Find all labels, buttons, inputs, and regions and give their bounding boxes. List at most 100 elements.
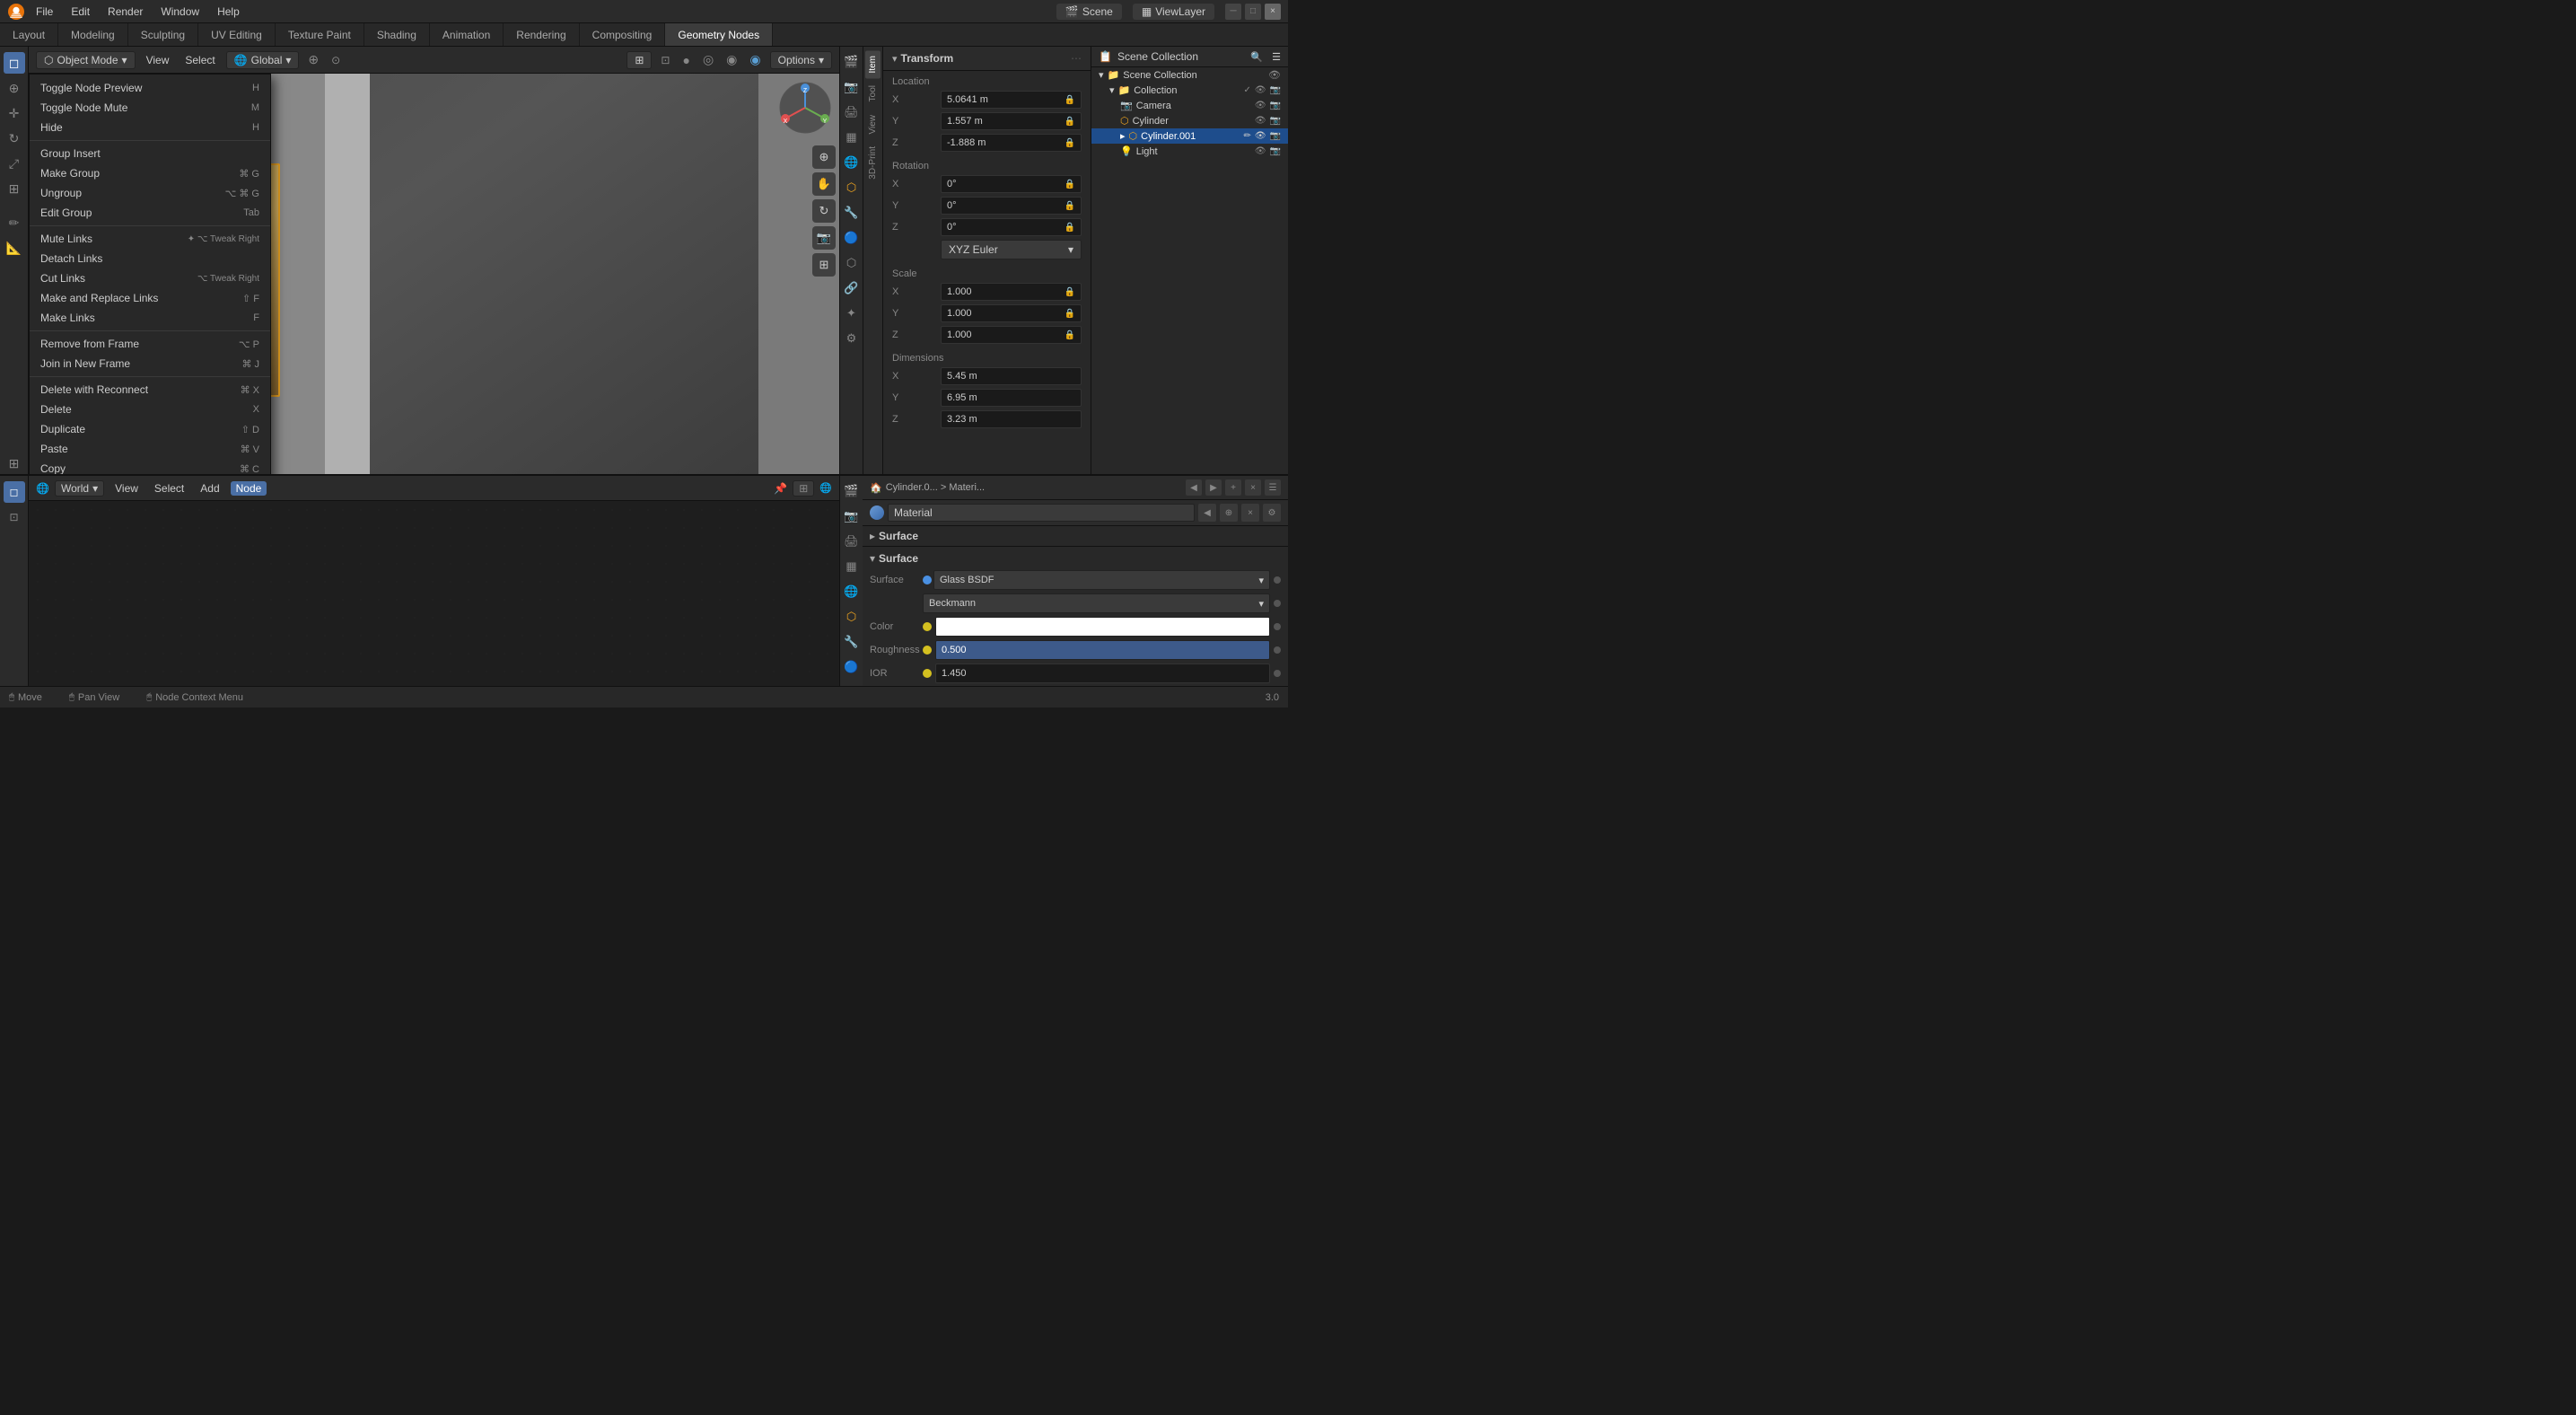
menu-remove-from-frame[interactable]: Remove from Frame ⌥ P (30, 334, 270, 354)
material-mode-btn[interactable]: ◎ (699, 50, 717, 69)
tab-rendering[interactable]: Rendering (504, 23, 579, 46)
menu-help[interactable]: Help (210, 4, 247, 20)
mat-copy-btn[interactable]: ⊕ (1220, 504, 1238, 522)
tab-sculpting[interactable]: Sculpting (128, 23, 198, 46)
viewport-pan-icon[interactable]: ✋ (812, 172, 836, 196)
cam-eye-icon[interactable]: 👁 (1255, 101, 1266, 110)
mat-add-icon[interactable]: + (1225, 479, 1241, 496)
minimize-button[interactable]: ─ (1225, 4, 1241, 20)
viewport-select-btn[interactable]: Select (180, 52, 220, 68)
menu-render[interactable]: Render (101, 4, 150, 20)
menu-join-in-new-frame[interactable]: Join in New Frame ⌘ J (30, 354, 270, 374)
tab-3dprint[interactable]: 3D-Print (865, 141, 881, 185)
lock-sz-icon[interactable]: 🔒 (1065, 330, 1075, 340)
menu-make-replace-links[interactable]: Make and Replace Links ⇧ F (30, 288, 270, 308)
scale-y-field[interactable]: 1.000 🔒 (941, 304, 1082, 322)
menu-delete-reconnect[interactable]: Delete with Reconnect ⌘ X (30, 380, 270, 400)
toolbar-scale-icon[interactable]: ⤢ (4, 153, 25, 174)
tab-layout[interactable]: Layout (0, 23, 58, 46)
tab-tool[interactable]: Tool (865, 80, 881, 107)
tab-texture-paint[interactable]: Texture Paint (276, 23, 364, 46)
node-view-btn[interactable]: View (110, 481, 144, 496)
toolbar-transform-icon[interactable]: ⊞ (4, 178, 25, 199)
dimensions-x-field[interactable]: 5.45 m (941, 367, 1082, 385)
menu-toggle-node-preview[interactable]: Toggle Node Preview H (30, 78, 270, 98)
cyl001-label[interactable]: Cylinder.001 (1141, 131, 1240, 142)
viewport-zoom-icon[interactable]: ⊕ (812, 145, 836, 169)
scene-collection-label[interactable]: Scene Collection (1123, 70, 1265, 81)
mat-del-btn[interactable]: × (1241, 504, 1259, 522)
node-box-select-icon[interactable]: ⊡ (4, 506, 25, 528)
menu-mute-links[interactable]: Mute Links ✦ ⌥ Tweak Right (30, 229, 270, 249)
location-y-field[interactable]: 1.557 m 🔒 (941, 112, 1082, 130)
toolbar-measure-icon[interactable]: 📐 (4, 237, 25, 259)
node-select-btn[interactable]: Select (149, 481, 189, 496)
xray-toggle[interactable]: ⊡ (657, 52, 673, 68)
cyl001-edit-icon[interactable]: ✏ (1243, 131, 1250, 141)
props-physics-icon[interactable]: ⚙ (840, 327, 863, 350)
props-world-icon[interactable]: 🌐 (840, 151, 863, 174)
tab-compositing[interactable]: Compositing (580, 23, 666, 46)
viewport-orientation[interactable]: 🌐 Global ▾ (226, 51, 300, 69)
menu-edit[interactable]: Edit (64, 4, 97, 20)
cyl001-eye-icon[interactable]: 👁 (1255, 131, 1266, 141)
menu-detach-links[interactable]: Detach Links (30, 249, 270, 268)
scale-z-field[interactable]: 1.000 🔒 (941, 326, 1082, 344)
cyl-eye-icon[interactable]: 👁 (1255, 116, 1266, 126)
breadcrumb-home-icon[interactable]: 🏠 (870, 482, 882, 494)
lock-sx-icon[interactable]: 🔒 (1065, 287, 1075, 297)
dimensions-z-field[interactable]: 3.23 m (941, 410, 1082, 428)
view-layer-name[interactable]: ▦ ViewLayer (1133, 4, 1214, 20)
mat-world-icon-b[interactable]: 🌐 (840, 580, 863, 603)
surface-dot-right[interactable] (1274, 576, 1281, 584)
cylinder001-row[interactable]: ▸ ⬡ Cylinder.001 ✏ 👁 📷 (1091, 128, 1288, 144)
roughness-field[interactable]: 0.500 (935, 640, 1270, 660)
scale-x-field[interactable]: 1.000 🔒 (941, 283, 1082, 301)
gizmo-widget[interactable]: Z Y X (778, 81, 832, 135)
node-select-icon[interactable]: ◻ (4, 481, 25, 503)
grid-icon[interactable]: ⊞ (812, 253, 836, 277)
collection-render-icon[interactable]: 📷 (1270, 85, 1281, 95)
proportional-toggle[interactable]: ⊙ (328, 52, 344, 68)
color-swatch-field[interactable] (935, 617, 1270, 637)
close-button[interactable]: × (1265, 4, 1281, 20)
outliner-filter-icon[interactable]: ☰ (1272, 51, 1281, 63)
tab-modeling[interactable]: Modeling (58, 23, 128, 46)
mat-mat-icon-b[interactable]: 🔵 (840, 655, 863, 679)
collection-check-icon[interactable]: ✓ (1243, 85, 1250, 95)
mat-next-icon[interactable]: ▶ (1205, 479, 1222, 496)
collection-toggle[interactable]: ▾ (1109, 84, 1115, 96)
props-scene-icon[interactable]: 🎬 (840, 50, 863, 74)
viewport-area[interactable]: ⬡ Object Mode ▾ View Select 🌐 Global ▾ ⊕… (29, 47, 839, 474)
tab-animation[interactable]: Animation (430, 23, 504, 46)
solid-mode-btn[interactable]: ● (679, 51, 693, 69)
location-x-field[interactable]: 5.0641 m 🔒 (941, 91, 1082, 109)
menu-delete[interactable]: Delete X (30, 400, 270, 419)
options-btn[interactable]: Options ▾ (770, 51, 832, 69)
mat-output-icon-b[interactable]: 🖨 (840, 530, 863, 553)
mat-prev-btn[interactable]: ◀ (1198, 504, 1216, 522)
rotation-mode-dropdown[interactable]: XYZ Euler ▾ (941, 240, 1082, 259)
mat-settings-btn[interactable]: ⚙ (1263, 504, 1281, 522)
mat-viewlayer-icon-b[interactable]: ▦ (840, 555, 863, 578)
viewport-mode-dropdown[interactable]: ⬡ Object Mode ▾ (36, 51, 136, 69)
scene-name[interactable]: 🎬 Scene (1056, 4, 1122, 20)
lock-z-icon[interactable]: 🔒 (1065, 138, 1075, 148)
dist-dot-right[interactable] (1274, 600, 1281, 607)
transform-options-icon[interactable]: ⋯ (1071, 52, 1082, 65)
cyl-render-icon[interactable]: 📷 (1270, 116, 1281, 126)
light-render-icon[interactable]: 📷 (1270, 146, 1281, 156)
menu-cut-links[interactable]: Cut Links ⌥ Tweak Right (30, 268, 270, 288)
eevee-btn[interactable]: ◉ (746, 50, 764, 69)
viewport-view-btn[interactable]: View (141, 52, 175, 68)
props-object-icon[interactable]: ⬡ (840, 176, 863, 199)
ior-field[interactable]: 1.450 (935, 664, 1270, 683)
cyl001-expand[interactable]: ▸ (1120, 130, 1126, 142)
menu-make-links[interactable]: Make Links F (30, 308, 270, 328)
color-dot-right[interactable] (1274, 623, 1281, 630)
camera-label[interactable]: Camera (1136, 101, 1251, 111)
rotation-x-field[interactable]: 0° 🔒 (941, 175, 1082, 193)
toolbar-cursor-icon[interactable]: ⊕ (4, 77, 25, 99)
preview-section-header[interactable]: ▸ Surface (870, 530, 1281, 542)
props-particles-icon[interactable]: ✦ (840, 302, 863, 325)
